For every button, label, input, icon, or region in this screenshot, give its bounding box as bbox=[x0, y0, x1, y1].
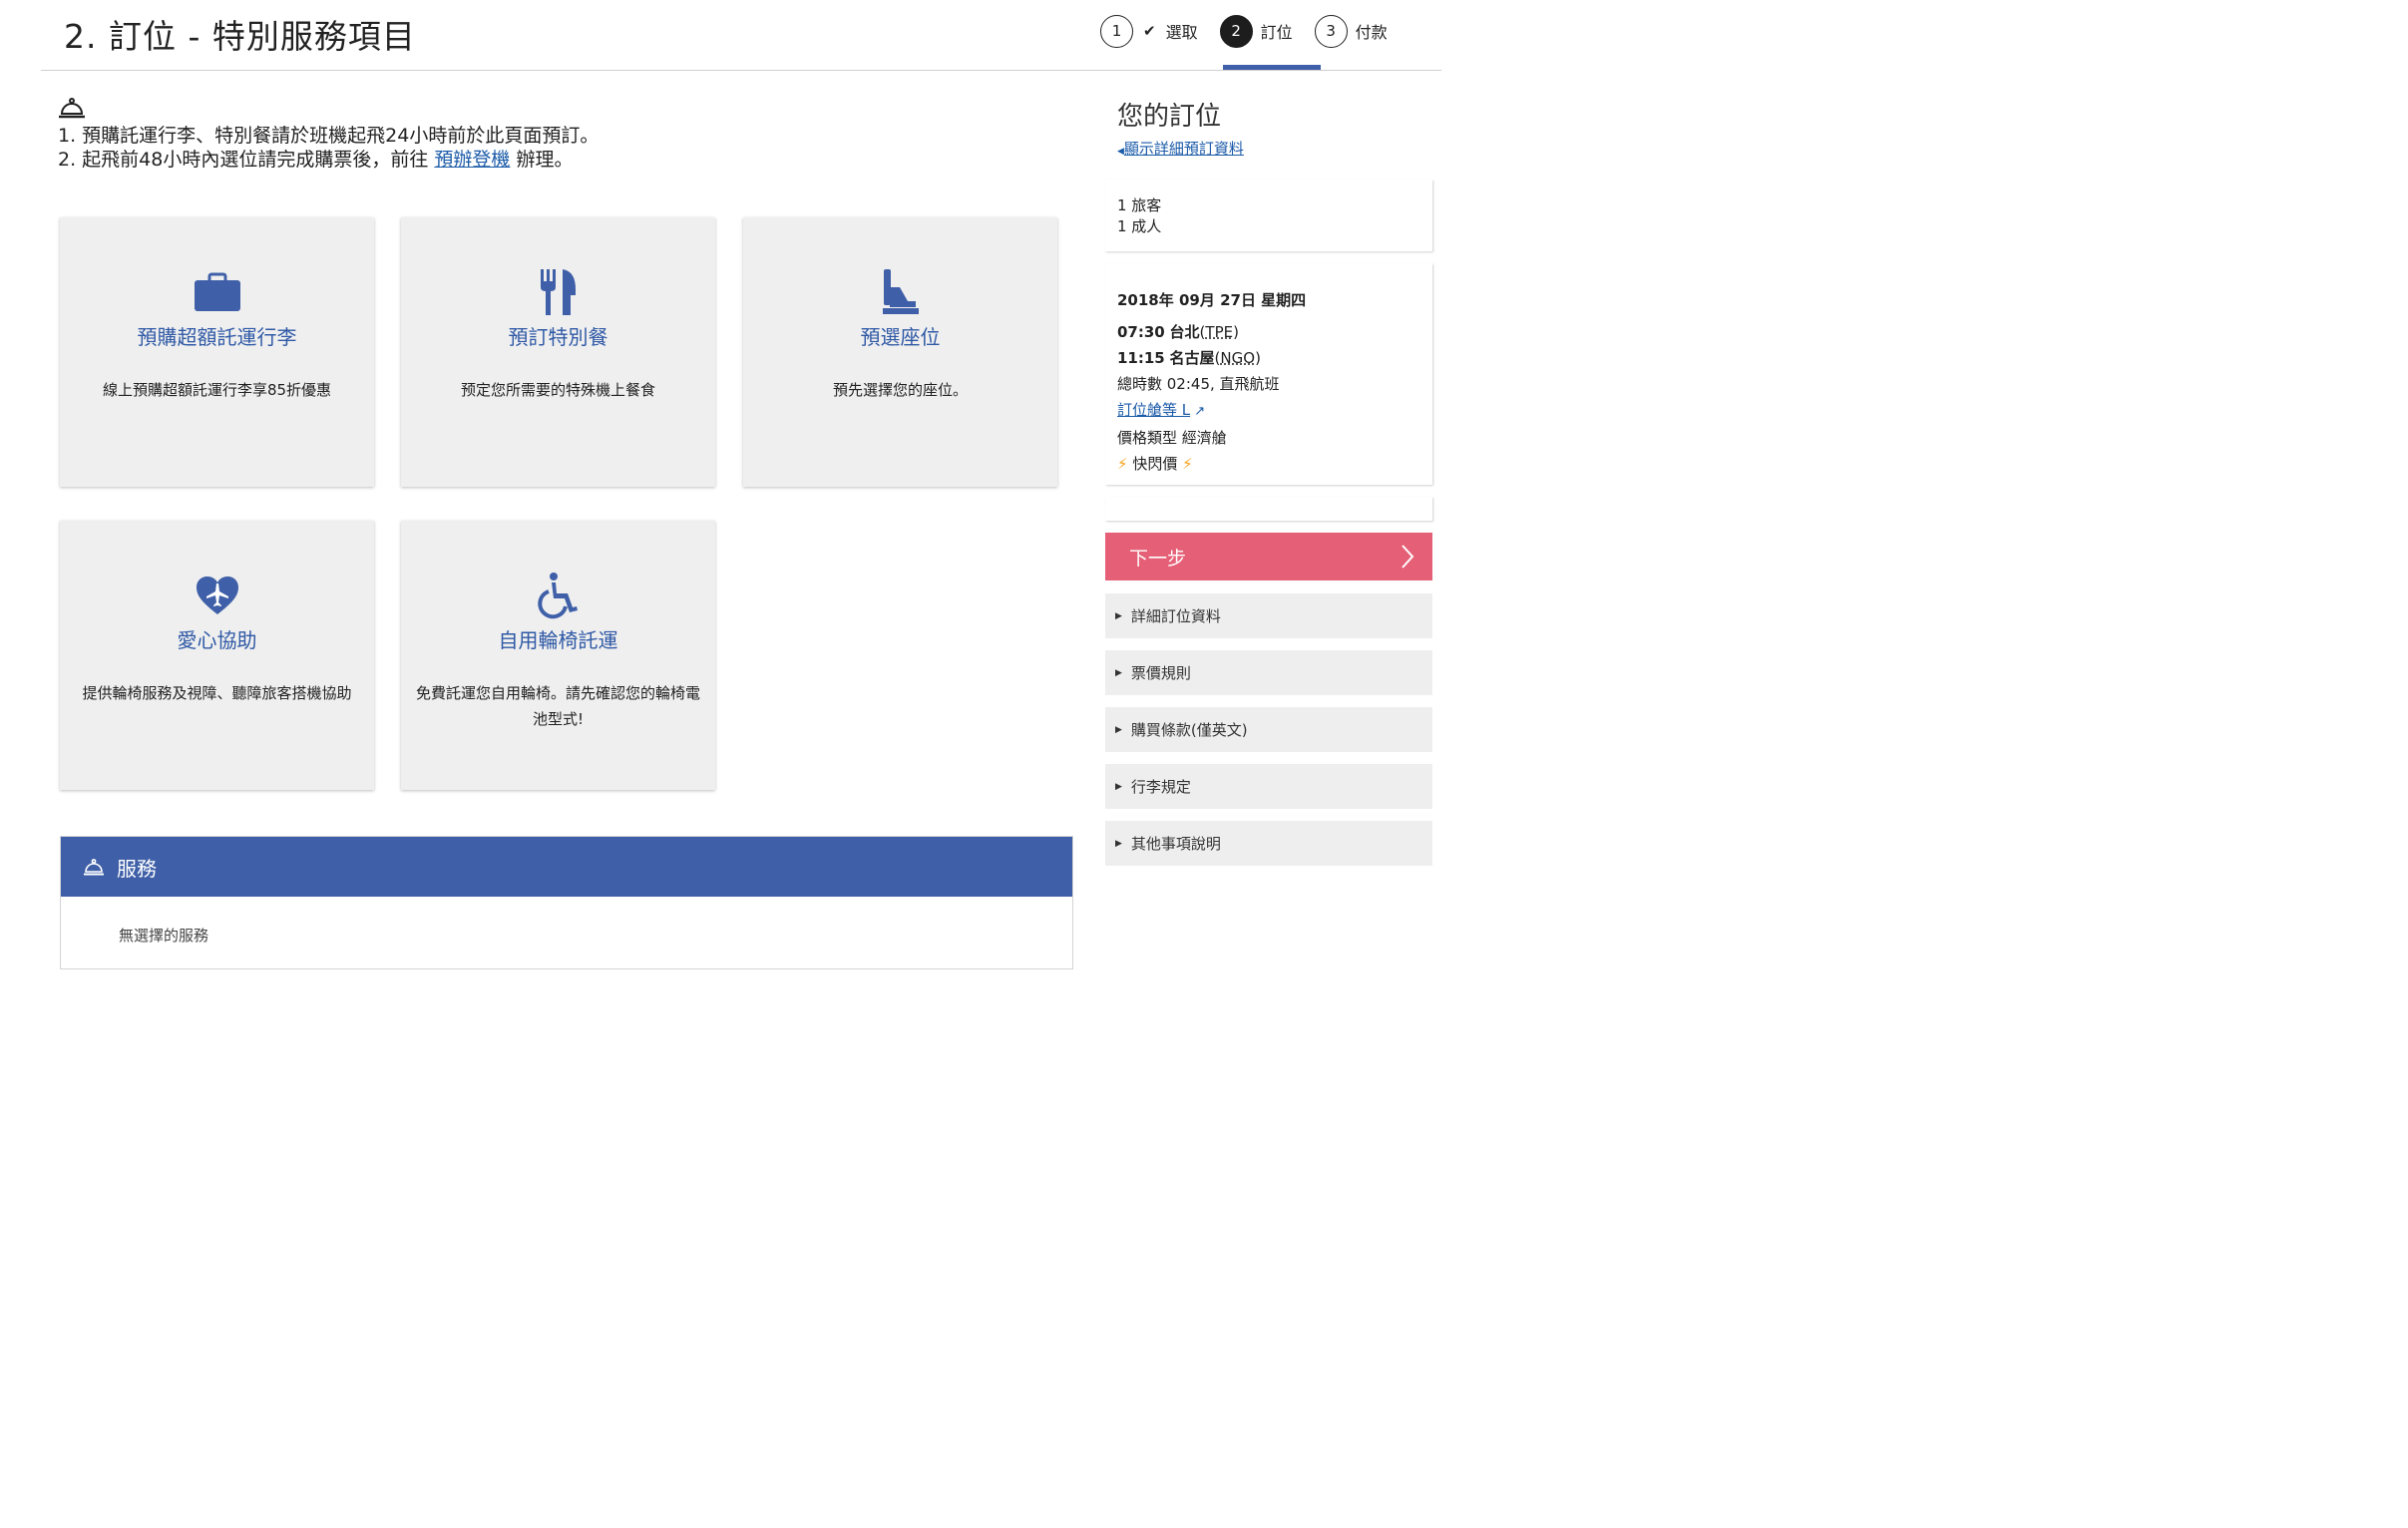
check-icon: ✔ bbox=[1143, 22, 1156, 40]
card-title: 預選座位 bbox=[860, 325, 941, 349]
triangle-right-icon: ▶ bbox=[1115, 838, 1122, 849]
triangle-right-icon: ▶ bbox=[1115, 781, 1122, 792]
fare-name: ⚡ 快閃價 ⚡ bbox=[1117, 451, 1420, 477]
heart-plane-icon bbox=[196, 576, 238, 614]
accordion-label: 購買條款(僅英文) bbox=[1130, 721, 1248, 739]
booking-summary-title: 您的訂位 bbox=[1117, 102, 1222, 132]
chevron-right-icon bbox=[1402, 545, 1414, 569]
booking-class: 訂位艙等 L ↗ bbox=[1117, 397, 1420, 425]
accordion-purchase-terms[interactable]: ▶ 購買條款(僅英文) bbox=[1105, 707, 1432, 752]
suitcase-icon bbox=[194, 272, 240, 311]
fare-name-label: 快閃價 bbox=[1132, 455, 1178, 473]
accordion-other-notes[interactable]: ▶ 其他事項說明 bbox=[1105, 821, 1432, 866]
departure-time: 07:30 bbox=[1117, 323, 1165, 341]
departure-code: TPE bbox=[1205, 323, 1234, 341]
passenger-count: 1 旅客 bbox=[1117, 196, 1162, 214]
triangle-right-icon: ▶ bbox=[1115, 667, 1122, 678]
online-checkin-link[interactable]: 預辦登機 bbox=[434, 149, 510, 171]
card-description: 預先選擇您的座位。 bbox=[832, 381, 968, 399]
accordion-booking-details[interactable]: ▶ 詳細訂位資料 bbox=[1105, 593, 1432, 638]
arrival-code: NGO bbox=[1220, 349, 1256, 367]
flight-summary: 2018年 09月 27日 星期四 07:30 台北(TPE) 11:15 名古… bbox=[1105, 263, 1432, 485]
seat-icon bbox=[882, 269, 919, 314]
fare-type: 價格類型 經濟艙 bbox=[1117, 429, 1227, 447]
cutlery-icon bbox=[540, 269, 576, 315]
service-bell-icon bbox=[84, 859, 104, 876]
notice-line-1: 1. 預購託運行李、特別餐請於班機起飛24小時前於此頁面預訂。 bbox=[58, 125, 600, 147]
flash-icon: ⚡ bbox=[1117, 455, 1128, 473]
card-title: 愛心協助 bbox=[177, 628, 257, 652]
header-divider bbox=[41, 70, 1441, 71]
accordion-label: 行李規定 bbox=[1130, 778, 1191, 796]
step-3-label: 付款 bbox=[1355, 23, 1388, 42]
card-description: 提供輪椅服務及視障、聽障旅客搭機協助 bbox=[82, 684, 352, 702]
step-payment: 3 付款 bbox=[1314, 14, 1388, 48]
notice-line-2: 2. 起飛前48小時內選位請完成購票後，前往 預辦登機 辦理。 bbox=[58, 148, 599, 172]
card-title: 預訂特別餐 bbox=[508, 325, 608, 349]
services-header: 服務 bbox=[61, 837, 1072, 897]
departure: 07:30 台北(TPE) bbox=[1117, 323, 1239, 341]
card-description: 免費託運您自用輪椅。請先確認您的輪椅電池型式! bbox=[415, 684, 700, 728]
services-empty-message: 無選擇的服務 bbox=[119, 927, 209, 945]
step-1-label: 選取 bbox=[1165, 23, 1198, 42]
services-panel: 服務 無選擇的服務 bbox=[60, 836, 1073, 969]
next-step-button[interactable]: 下一步 bbox=[1105, 533, 1432, 580]
summary-footer bbox=[1105, 497, 1432, 521]
step-3-number: 3 bbox=[1314, 14, 1348, 48]
passenger-summary: 1 旅客 1 成人 bbox=[1105, 180, 1432, 251]
card-wheelchair-check-in[interactable]: 自用輪椅託運 免費託運您自用輪椅。請先確認您的輪椅電池型式! bbox=[401, 521, 715, 790]
service-bell-icon bbox=[59, 98, 85, 119]
card-title: 預購超額託運行李 bbox=[137, 325, 297, 349]
services-title: 服務 bbox=[117, 856, 157, 881]
flight-duration: 總時數 02:45, 直飛航班 bbox=[1117, 375, 1280, 393]
accordion-label: 其他事項說明 bbox=[1130, 835, 1221, 853]
departure-city: 台北 bbox=[1169, 323, 1200, 341]
step-2-number: 2 bbox=[1219, 14, 1253, 48]
notice-line-2-suffix: 辦理。 bbox=[510, 149, 574, 171]
accordion-label: 詳細訂位資料 bbox=[1130, 607, 1221, 625]
arrival-city: 名古屋 bbox=[1169, 349, 1215, 367]
step-select[interactable]: 1 ✔ 選取 bbox=[1100, 14, 1198, 48]
card-description: 预定您所需要的特殊機上餐食 bbox=[460, 381, 655, 399]
page-title: 2. 訂位 - 特別服務項目 bbox=[64, 17, 416, 56]
accordion-fare-rules[interactable]: ▶ 票價規則 bbox=[1105, 650, 1432, 695]
flash-icon: ⚡ bbox=[1182, 455, 1193, 473]
show-booking-details-link[interactable]: 顯示詳細預訂資料 bbox=[1124, 140, 1244, 158]
step-2-label: 訂位 bbox=[1260, 23, 1293, 42]
accordion-label: 票價規則 bbox=[1130, 664, 1191, 682]
card-title: 自用輪椅託運 bbox=[498, 628, 618, 652]
triangle-right-icon: ▶ bbox=[1115, 724, 1122, 735]
show-details: ◀顯示詳細預訂資料 bbox=[1117, 138, 1244, 159]
triangle-right-icon: ▶ bbox=[1115, 610, 1122, 621]
progress-steps: 1 ✔ 選取 2 訂位 3 付款 bbox=[1100, 14, 1409, 48]
card-description: 線上預購超額託運行李享85折優惠 bbox=[102, 381, 332, 399]
wheelchair-icon bbox=[537, 573, 578, 619]
notice-line-2-prefix: 2. 起飛前48小時內選位請完成購票後，前往 bbox=[58, 149, 435, 171]
arrival: 11:15 名古屋(NGO) bbox=[1117, 349, 1261, 367]
booking-class-link[interactable]: 訂位艙等 L bbox=[1117, 401, 1190, 419]
step-1-number: 1 bbox=[1100, 14, 1133, 48]
adult-count: 1 成人 bbox=[1117, 217, 1162, 235]
next-step-label: 下一步 bbox=[1129, 547, 1187, 570]
arrival-time: 11:15 bbox=[1117, 349, 1165, 367]
card-special-assistance[interactable]: 愛心協助 提供輪椅服務及視障、聽障旅客搭機協助 bbox=[60, 521, 374, 790]
accordion-baggage-rules[interactable]: ▶ 行李規定 bbox=[1105, 764, 1432, 809]
caret-left-icon: ◀ bbox=[1117, 147, 1124, 157]
flight-date: 2018年 09月 27日 星期四 bbox=[1117, 291, 1307, 309]
external-link-icon: ↗ bbox=[1190, 404, 1206, 419]
card-extra-baggage[interactable]: 預購超額託運行李 線上預購超額託運行李享85折優惠 bbox=[60, 217, 374, 487]
card-seat-selection[interactable]: 預選座位 預先選擇您的座位。 bbox=[743, 217, 1057, 487]
card-special-meal[interactable]: 預訂特別餐 预定您所需要的特殊機上餐食 bbox=[401, 217, 715, 487]
booking-notice: 1. 預購託運行李、特別餐請於班機起飛24小時前於此頁面預訂。 2. 起飛前48… bbox=[58, 124, 599, 172]
step-booking: 2 訂位 bbox=[1219, 14, 1293, 48]
